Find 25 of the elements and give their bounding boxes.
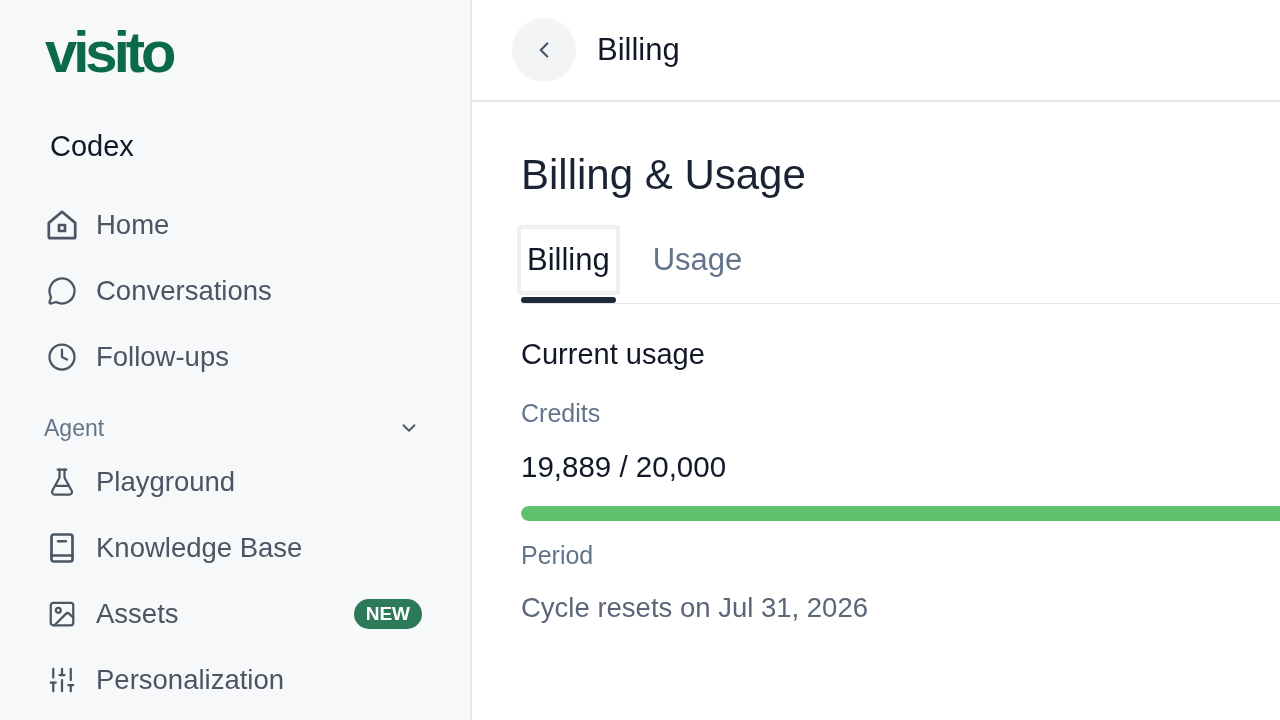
sliders-icon xyxy=(47,665,77,695)
book-icon xyxy=(47,533,77,563)
field-label: Period xyxy=(521,541,594,569)
sidebar-item[interactable]: Knowledge Base xyxy=(44,518,313,578)
page-title: Billing & Usage xyxy=(521,151,806,199)
header-title: Billing xyxy=(597,32,680,68)
sidebar-item[interactable]: Conversations xyxy=(44,261,282,321)
section-title: Current usage xyxy=(521,338,705,370)
credits-value: 19,889 / 20,000 xyxy=(521,451,727,483)
sidebar-item[interactable]: Home xyxy=(44,195,180,255)
sidebar-item[interactable]: Playground xyxy=(44,452,246,512)
period-text: Cycle resets on Jul 31, 2026 xyxy=(521,593,868,623)
sidebar-item[interactable]: Personalization xyxy=(44,650,295,710)
chat-bubble-icon xyxy=(47,276,77,306)
workspace-name: Codex xyxy=(50,130,134,162)
sidebar-item[interactable]: Follow-ups xyxy=(44,327,239,387)
brand-logo: visito xyxy=(44,24,173,80)
tab[interactable]: Usage xyxy=(642,225,753,303)
sidebar-item[interactable]: Assets xyxy=(44,584,189,644)
field-label: Credits xyxy=(521,399,601,427)
home-icon xyxy=(47,210,77,240)
section-header[interactable]: Agent xyxy=(44,408,422,448)
new-badge: NEW xyxy=(353,599,422,629)
clock-icon xyxy=(47,342,77,372)
image-icon xyxy=(47,599,77,629)
